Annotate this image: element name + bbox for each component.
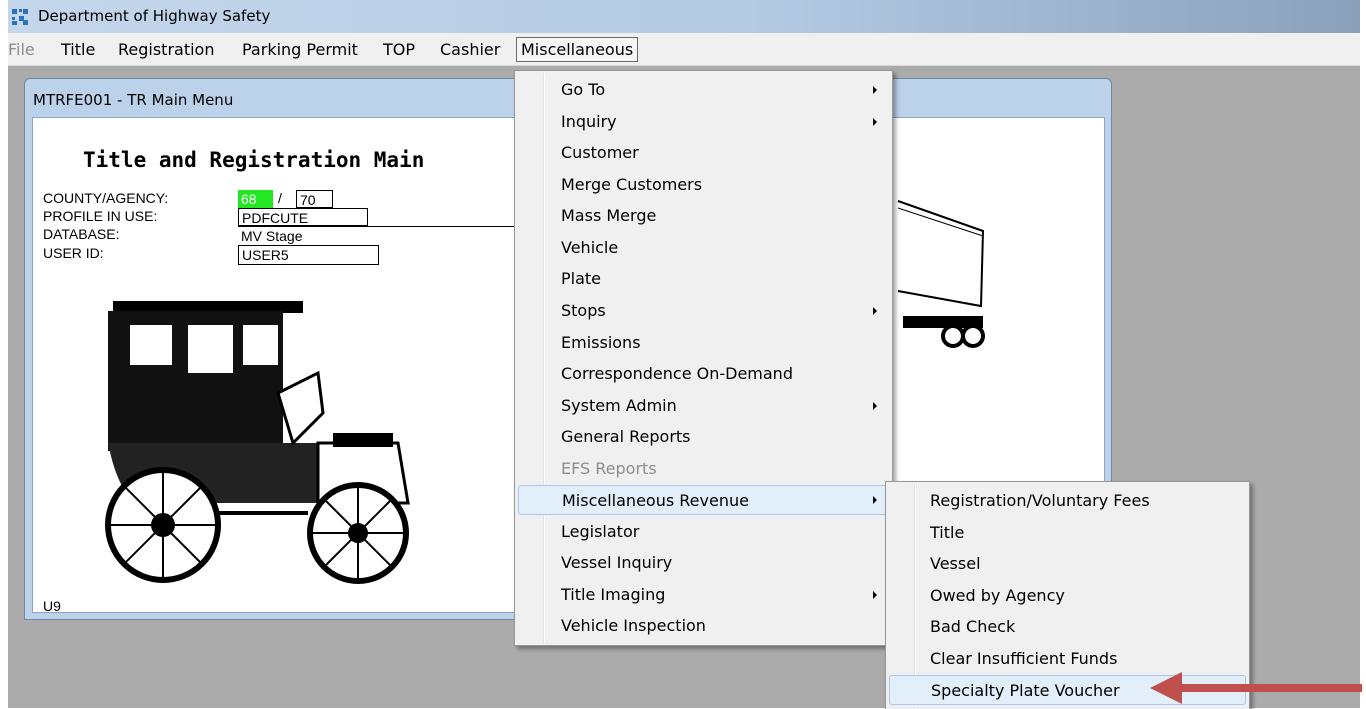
child-window-caption: MTRFE001 - TR Main Menu	[33, 91, 234, 109]
menu-item-label: Go To	[561, 80, 606, 99]
submenu-arrow-icon	[873, 591, 877, 599]
menu-item-label: Owed by Agency	[930, 586, 1065, 605]
truck-trailer-image	[897, 200, 985, 348]
menu-cashier[interactable]: Cashier	[436, 38, 504, 61]
county-field[interactable]: 68	[238, 190, 273, 208]
menu-item-legislator[interactable]: Legislator	[515, 517, 892, 547]
menu-item-label: EFS Reports	[561, 459, 657, 478]
submenu-item-registration-voluntary-fees[interactable]: Registration/Voluntary Fees	[886, 486, 1249, 516]
menu-item-label: Vehicle Inspection	[561, 616, 706, 635]
menu-top[interactable]: TOP	[379, 38, 419, 61]
menu-item-label: General Reports	[561, 427, 691, 446]
menu-item-plate[interactable]: Plate	[515, 264, 892, 294]
submenu-arrow-icon	[873, 307, 877, 315]
profile-label: PROFILE IN USE:	[43, 208, 158, 224]
agency-field[interactable]: 70	[296, 190, 333, 208]
database-field[interactable]: MV Stage	[238, 226, 523, 244]
submenu-item-owed-by-agency[interactable]: Owed by Agency	[886, 581, 1249, 611]
menu-item-correspondence-on-demand[interactable]: Correspondence On-Demand	[515, 359, 892, 389]
menu-item-label: Specialty Plate Voucher	[931, 681, 1120, 700]
menu-item-label: Inquiry	[561, 112, 617, 131]
menu-item-vessel-inquiry[interactable]: Vessel Inquiry	[515, 548, 892, 578]
menu-item-label: Merge Customers	[561, 175, 703, 194]
menu-item-label: Mass Merge	[561, 206, 657, 225]
menu-item-label: Legislator	[561, 522, 640, 541]
submenu-arrow-icon	[873, 86, 877, 94]
title-bar: Department of Highway Safety	[8, 0, 1360, 33]
menu-item-miscellaneous-revenue[interactable]: Miscellaneous Revenue	[518, 485, 889, 515]
window-title: Department of Highway Safety	[38, 7, 271, 25]
submenu-item-vessel[interactable]: Vessel	[886, 549, 1249, 579]
menu-file[interactable]: File	[4, 38, 39, 61]
annotation-arrow	[1150, 672, 1362, 704]
menu-item-inquiry[interactable]: Inquiry	[515, 107, 892, 137]
miscellaneous-menu: Go To Inquiry Customer Merge Customers M…	[514, 70, 893, 646]
menu-item-label: System Admin	[561, 396, 677, 415]
status-code: U9	[43, 598, 61, 614]
menu-item-label: Title Imaging	[561, 585, 666, 604]
menu-item-customer[interactable]: Customer	[515, 138, 892, 168]
database-label: DATABASE:	[43, 226, 120, 242]
menu-title[interactable]: Title	[57, 38, 99, 61]
menu-registration[interactable]: Registration	[114, 38, 218, 61]
menu-item-label: Plate	[561, 269, 602, 288]
user-id-label: USER ID:	[43, 245, 104, 261]
submenu-item-title[interactable]: Title	[886, 518, 1249, 548]
submenu-arrow-icon	[873, 496, 877, 504]
menu-item-label: Correspondence On-Demand	[561, 364, 793, 383]
menu-item-label: Customer	[561, 143, 639, 162]
page-title: Title and Registration Main	[83, 148, 425, 172]
menu-bar: File Title Registration Parking Permit T…	[8, 33, 1360, 66]
menu-item-label: Emissions	[561, 333, 641, 352]
menu-parking-permit[interactable]: Parking Permit	[238, 38, 362, 61]
menu-item-efs-reports: EFS Reports	[515, 454, 892, 484]
county-agency-label: COUNTY/AGENCY:	[43, 190, 169, 206]
profile-field[interactable]: PDFCUTE	[238, 208, 368, 226]
menu-item-mass-merge[interactable]: Mass Merge	[515, 201, 892, 231]
application-window: Department of Highway Safety File Title …	[8, 0, 1360, 709]
menu-item-stops[interactable]: Stops	[515, 296, 892, 326]
submenu-item-bad-check[interactable]: Bad Check	[886, 612, 1249, 642]
menu-item-emissions[interactable]: Emissions	[515, 328, 892, 358]
menu-item-label: Bad Check	[930, 617, 1016, 636]
menu-item-go-to[interactable]: Go To	[515, 75, 892, 105]
county-separator: /	[278, 190, 282, 206]
menu-item-label: Vessel	[930, 554, 981, 573]
menu-item-vehicle-inspection[interactable]: Vehicle Inspection	[515, 611, 892, 641]
menu-item-label: Miscellaneous Revenue	[562, 491, 749, 510]
menu-miscellaneous[interactable]: Miscellaneous	[516, 37, 639, 62]
app-grid-icon	[12, 9, 28, 25]
submenu-arrow-icon	[873, 402, 877, 410]
menu-item-general-reports[interactable]: General Reports	[515, 422, 892, 452]
menu-item-label: Registration/Voluntary Fees	[930, 491, 1150, 510]
menu-item-label: Clear Insufficient Funds	[930, 649, 1118, 668]
menu-item-label: Vehicle	[561, 238, 619, 257]
menu-item-title-imaging[interactable]: Title Imaging	[515, 580, 892, 610]
menu-item-vehicle[interactable]: Vehicle	[515, 233, 892, 263]
submenu-arrow-icon	[873, 118, 877, 126]
menu-item-system-admin[interactable]: System Admin	[515, 391, 892, 421]
menu-item-label: Vessel Inquiry	[561, 553, 673, 572]
menu-item-label: Title	[930, 523, 965, 542]
menu-item-merge-customers[interactable]: Merge Customers	[515, 170, 892, 200]
user-id-field[interactable]: USER5	[238, 245, 379, 265]
menu-item-label: Stops	[561, 301, 606, 320]
antique-car-image	[105, 301, 410, 584]
